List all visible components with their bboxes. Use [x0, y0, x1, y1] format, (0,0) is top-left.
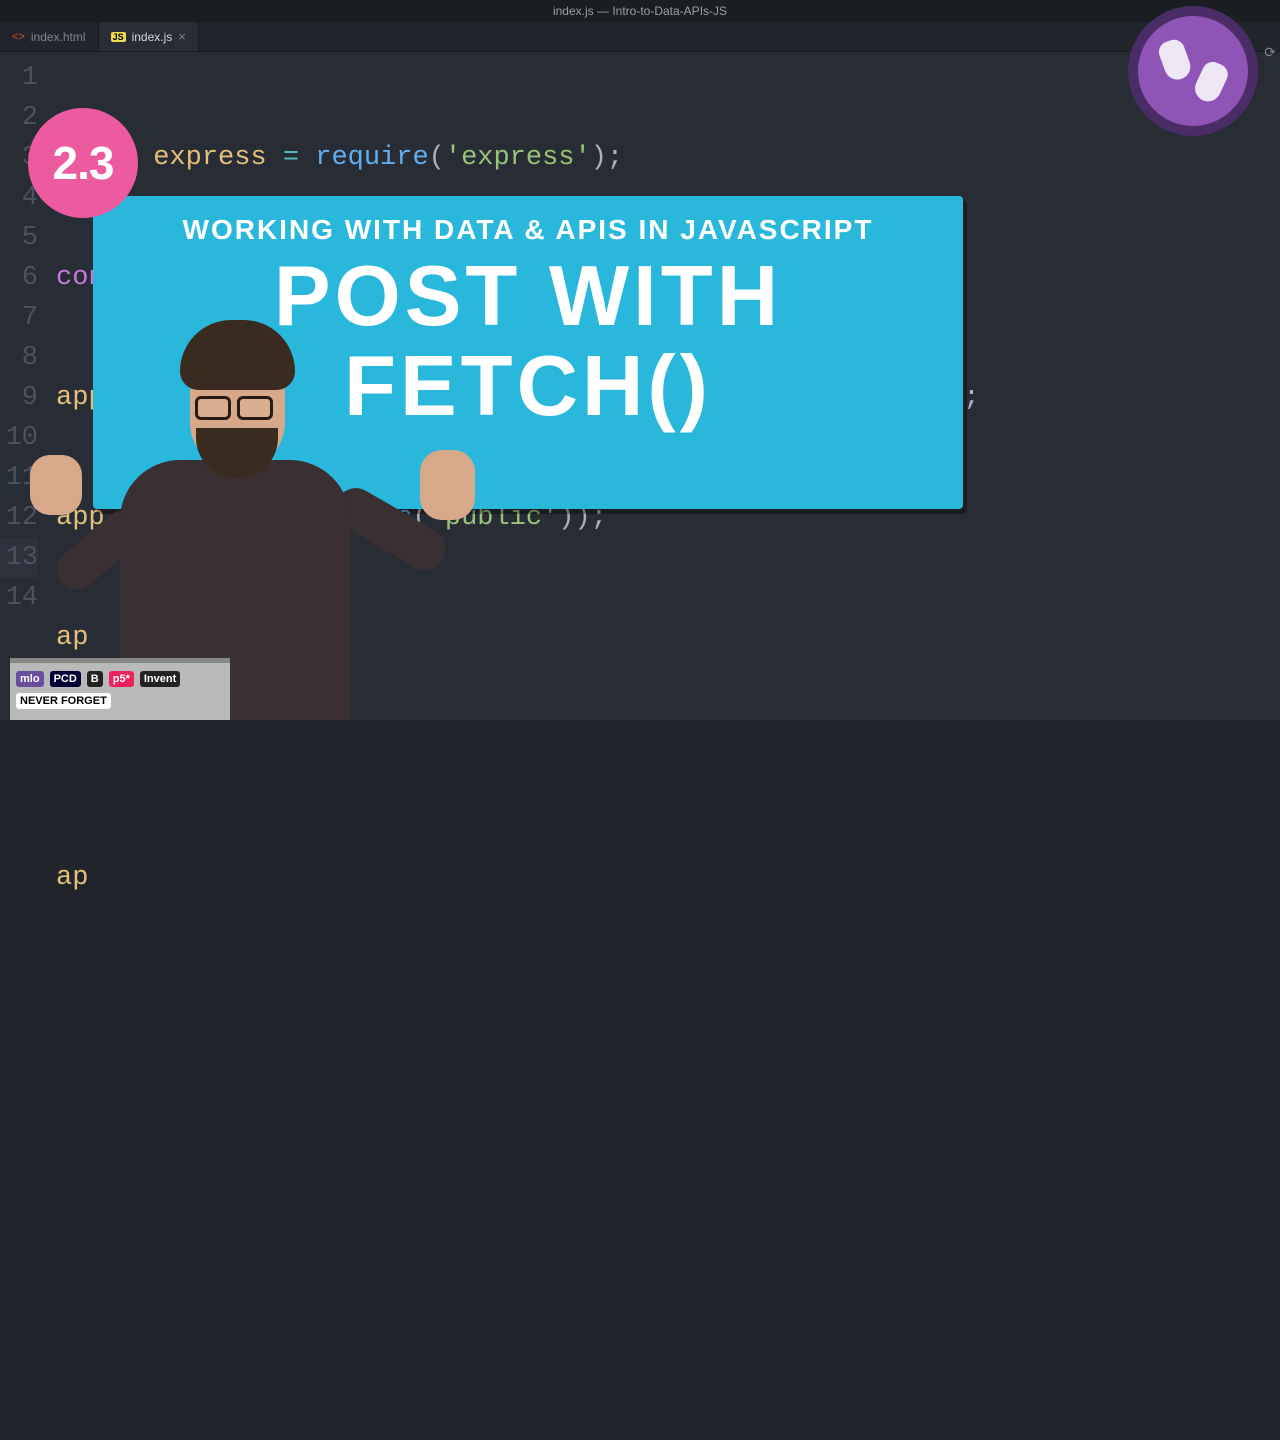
- line-number: 10: [0, 418, 38, 458]
- line-number: 6: [0, 258, 38, 298]
- episode-badge: 2.3: [28, 108, 138, 218]
- code-line: [56, 738, 1280, 778]
- tab-index-html[interactable]: <> index.html: [0, 22, 99, 51]
- code-line: const express = require('express');: [56, 138, 1280, 178]
- tab-bar: <> index.html JS index.js ×: [0, 22, 1280, 52]
- code-line: [56, 1218, 1280, 1258]
- code-line: [56, 1338, 1280, 1378]
- code-line: [56, 1098, 1280, 1138]
- badge-text: 2.3: [53, 136, 114, 190]
- tab-label: index.html: [31, 30, 86, 44]
- line-number: 14: [0, 578, 38, 618]
- line-number: 9: [0, 378, 38, 418]
- js-icon: JS: [111, 32, 126, 42]
- line-number: 8: [0, 338, 38, 378]
- line-number: 7: [0, 298, 38, 338]
- sync-icon[interactable]: ⟳: [1264, 44, 1276, 61]
- html-icon: <>: [12, 31, 25, 43]
- tab-index-js[interactable]: JS index.js ×: [99, 22, 199, 51]
- code-line: ap: [56, 858, 1280, 898]
- close-icon[interactable]: ×: [178, 29, 186, 44]
- presenter-figure: mlo PCD B p5* Invent NEVER FORGET: [40, 220, 480, 720]
- code-line: [56, 978, 1280, 1018]
- line-number: 13: [0, 538, 38, 578]
- line-number: 5: [0, 218, 38, 258]
- window-title: index.js — Intro-to-Data-APIs-JS: [553, 4, 727, 18]
- tab-label: index.js: [132, 30, 173, 44]
- line-number: 1: [0, 58, 38, 98]
- line-number: 2: [0, 98, 38, 138]
- laptop-stickers: mlo PCD B p5* Invent NEVER FORGET: [16, 671, 224, 714]
- window-titlebar: index.js — Intro-to-Data-APIs-JS: [0, 0, 1280, 22]
- channel-logo-icon: [1128, 6, 1258, 136]
- laptop: mlo PCD B p5* Invent NEVER FORGET: [10, 658, 230, 720]
